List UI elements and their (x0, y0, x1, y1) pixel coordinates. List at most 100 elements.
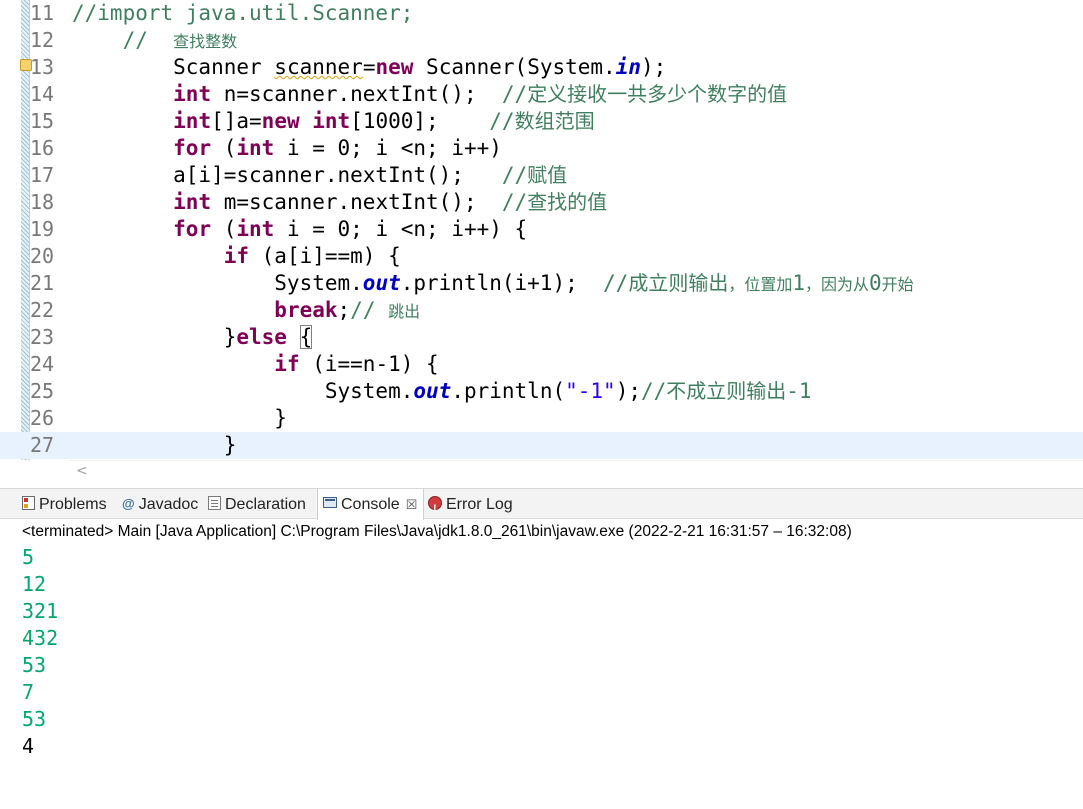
code-text: int n=scanner.nextInt(); //定义接收一共多少个数字的值 (72, 81, 787, 108)
code-token: int (173, 82, 212, 106)
line-number: 14 (30, 82, 55, 106)
line-number: 20 (30, 244, 55, 268)
code-token: in (615, 55, 641, 79)
code-token: a[i]=scanner.nextInt(); (72, 163, 502, 187)
code-token: } (72, 325, 237, 349)
code-token: 查找整数 (173, 32, 238, 51)
code-line[interactable]: 23 }else { (0, 324, 1083, 351)
code-token: for (173, 217, 212, 241)
code-line[interactable]: 25 System.out.println("-1");//不成立则输出-1 (0, 378, 1083, 405)
code-text: if (i==n-1) { (72, 351, 438, 378)
code-token: // (603, 271, 629, 295)
console-output-line: 4 (22, 734, 35, 758)
code-text: }else { (72, 324, 313, 351)
code-line[interactable]: 13 Scanner scanner=new Scanner(System.in… (0, 54, 1083, 81)
code-token: m=scanner.nextInt(); (211, 190, 502, 214)
code-token: break (274, 298, 338, 322)
line-number: 19 (30, 217, 55, 241)
code-lines[interactable]: 11//import java.util.Scanner; 12 // 查找整数 1… (0, 0, 1083, 459)
code-line[interactable]: 26 } (0, 405, 1083, 432)
scroll-left-icon[interactable]: < (76, 461, 88, 481)
console-input-line: 53 (22, 707, 47, 731)
console-input-line: 432 (22, 626, 59, 650)
tab-declaration[interactable]: Declaration (208, 489, 306, 519)
line-number: 13 (30, 55, 55, 79)
warning-marker-icon[interactable] (20, 59, 32, 71)
code-line[interactable]: 15 int[]a=new int[1000]; //数组范围 (0, 108, 1083, 135)
code-line[interactable]: 14 int n=scanner.nextInt(); //定义接收一共多少个数… (0, 81, 1083, 108)
line-number: 24 (30, 352, 55, 376)
code-text: //import java.util.Scanner; (72, 0, 413, 27)
code-line[interactable]: 19 for (int i = 0; i <n; i++) { (0, 216, 1083, 243)
code-line[interactable]: 18 int m=scanner.nextInt(); //查找的值 (0, 189, 1083, 216)
code-text: if (a[i]==m) { (72, 243, 401, 270)
tab-label: Problems (39, 496, 107, 513)
console-status: <terminated> Main [Java Application] C:\… (22, 523, 852, 540)
tab-label: Console (341, 496, 400, 513)
code-text: } (72, 405, 287, 432)
code-token: i = 0; i <n; i++) (274, 136, 502, 160)
code-line[interactable]: 12 // 查找整数 (0, 27, 1083, 54)
code-token: 开始 (881, 275, 914, 294)
code-text: System.out.println("-1");//不成立则输出-1 (72, 378, 812, 405)
code-token: int (312, 109, 351, 133)
code-token: ，因为从 (805, 275, 870, 294)
code-line[interactable]: 17 a[i]=scanner.nextInt(); //赋值 (0, 162, 1083, 189)
code-line[interactable]: 22 break;// 跳出 (0, 297, 1083, 324)
code-token: new (375, 55, 414, 79)
javadoc-icon: @ (122, 496, 135, 512)
code-token: 查找的值 (527, 190, 608, 214)
code-token: .println(i+1); (400, 271, 604, 295)
code-token: } (72, 406, 287, 430)
code-token: 不成立则输出 (666, 379, 787, 403)
console-gutter (0, 519, 17, 809)
tab-console[interactable]: Console ☒ (317, 489, 425, 520)
tab-javadoc[interactable]: @ Javadoc (122, 489, 198, 519)
tab-error-log[interactable]: Error Log (428, 489, 513, 525)
code-token: int (173, 190, 212, 214)
line-number: 26 (30, 406, 55, 430)
code-text: break;// 跳出 (72, 297, 420, 325)
code-token: ); (615, 379, 641, 403)
problems-icon (22, 495, 35, 510)
code-token: ; (337, 298, 351, 322)
code-token: // (640, 379, 667, 403)
code-line[interactable]: 24 if (i==n-1) { (0, 351, 1083, 378)
code-text: Scanner scanner=new Scanner(System.in); (72, 54, 666, 81)
code-token: ( (211, 217, 237, 241)
tab-label: Declaration (225, 496, 306, 513)
code-editor[interactable]: 11//import java.util.Scanner; 12 // 查找整数 1… (0, 0, 1083, 488)
code-line[interactable]: 20 if (a[i]==m) { (0, 243, 1083, 270)
code-token: = (362, 55, 376, 79)
code-line[interactable]: 16 for (int i = 0; i <n; i++) (0, 135, 1083, 162)
code-line[interactable]: 27 } (0, 432, 1083, 459)
code-token: if (274, 352, 300, 376)
code-token: ，位置加 (728, 275, 793, 294)
line-number: 23 (30, 325, 55, 349)
console-output[interactable]: 5 12 321 432 53 7 53 4 (22, 544, 58, 760)
code-token: -1 (786, 379, 812, 403)
code-line[interactable]: 21 System.out.println(i+1); //成立则输出，位置加1… (0, 270, 1083, 297)
code-text: for (int i = 0; i <n; i++) (72, 135, 502, 162)
error-log-icon (428, 494, 442, 525)
code-token: out (362, 271, 401, 295)
code-token: } (72, 433, 237, 457)
code-token: 定义接收一共多少个数字的值 (527, 82, 788, 106)
close-icon[interactable]: ☒ (406, 497, 418, 512)
tab-label: Javadoc (138, 496, 199, 513)
code-token: //import java.util.Scanner; (72, 1, 414, 25)
code-text: System.out.println(i+1); //成立则输出，位置加1，因为… (72, 270, 914, 298)
panel-tab-bar: Problems @Javadoc Declaration Console ☒ E… (0, 489, 1083, 525)
horizontal-scrollbar[interactable]: < (70, 460, 1083, 482)
code-token: // (501, 82, 528, 106)
code-line[interactable]: 11 //import java.util.Scanner; (0, 0, 1083, 27)
line-number: 12 (30, 28, 55, 52)
tab-problems[interactable]: Problems (22, 489, 107, 519)
line-number: 15 (30, 109, 55, 133)
code-text: // 查找整数 (72, 27, 238, 55)
